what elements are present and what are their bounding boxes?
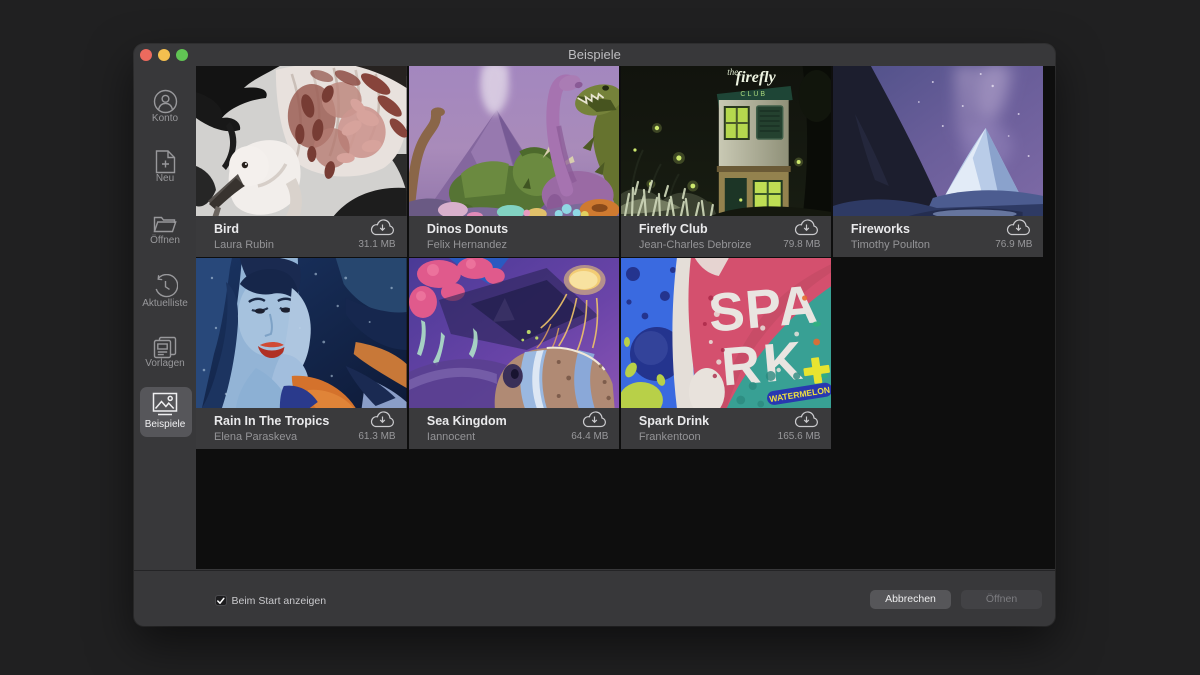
- svg-text:CLUB: CLUB: [740, 91, 767, 98]
- svg-text:the: the: [727, 67, 738, 77]
- svg-text:RK: RK: [719, 330, 808, 397]
- svg-text:firefly: firefly: [736, 69, 777, 86]
